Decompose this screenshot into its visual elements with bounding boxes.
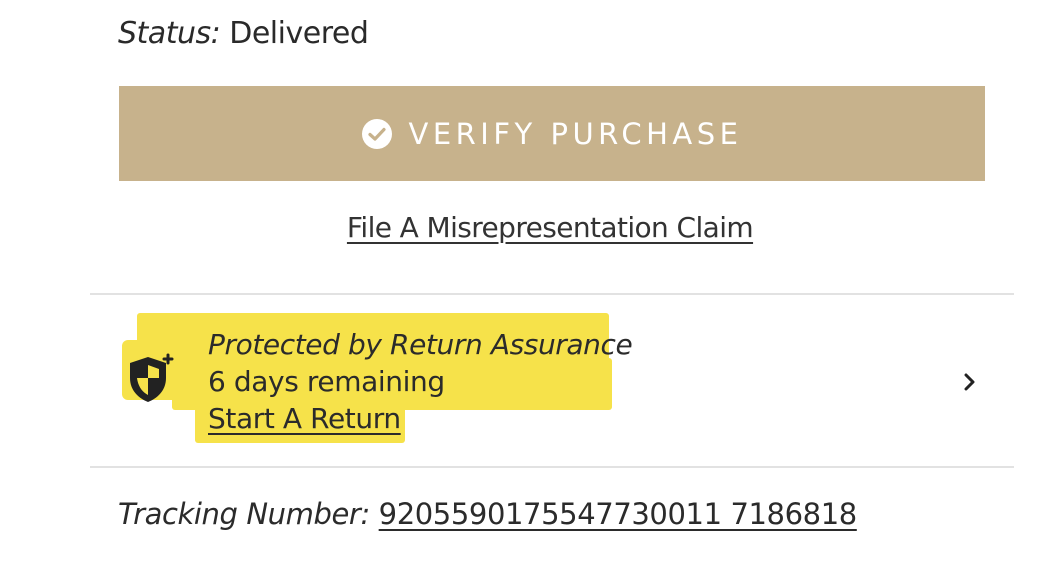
order-detail-panel: Status: Delivered VERIFY PURCHASE File A…	[0, 0, 1044, 564]
chevron-right-icon[interactable]	[960, 368, 980, 396]
return-assurance-info: Protected by Return Assurance 6 days rem…	[208, 326, 633, 437]
status-value: Delivered	[229, 16, 369, 51]
return-assurance-title: Protected by Return Assurance	[208, 328, 633, 361]
check-circle-icon	[361, 118, 393, 150]
misrepresentation-claim-link[interactable]: File A Misrepresentation Claim	[0, 211, 1044, 244]
days-remaining: 6 days remaining	[208, 365, 445, 398]
order-status: Status: Delivered	[118, 16, 369, 51]
tracking-row: Tracking Number: 9205590175547730011 718…	[118, 497, 857, 531]
status-label: Status:	[118, 16, 221, 51]
divider	[90, 293, 1014, 295]
shield-icon	[124, 352, 176, 406]
tracking-number-link[interactable]: 9205590175547730011 7186818	[379, 497, 858, 531]
divider	[90, 466, 1014, 468]
verify-purchase-button[interactable]: VERIFY PURCHASE	[119, 86, 985, 181]
start-return-link[interactable]: Start A Return	[208, 400, 632, 437]
verify-purchase-label: VERIFY PURCHASE	[408, 116, 743, 151]
tracking-label: Tracking Number:	[118, 497, 370, 531]
